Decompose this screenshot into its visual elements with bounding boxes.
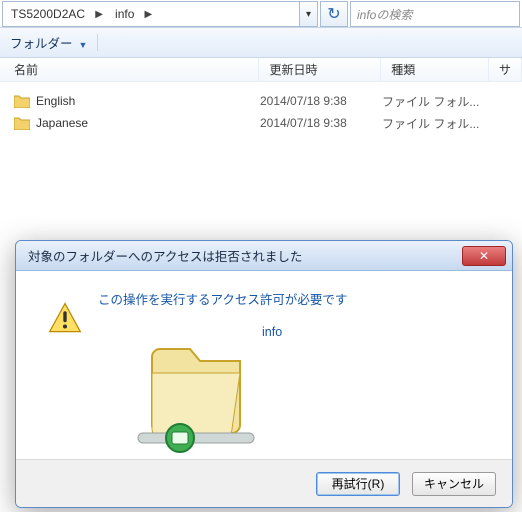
chevron-right-icon[interactable]: ▶ — [91, 2, 107, 26]
folder-date: 2014/07/18 9:38 — [260, 94, 382, 108]
breadcrumb[interactable]: TS5200D2AC ▶ info ▶ ▾ — [2, 1, 318, 27]
dialog-title: 対象のフォルダーへのアクセスは拒否されました — [28, 246, 462, 265]
dialog-subject: info — [262, 325, 282, 339]
folder-name: English — [36, 94, 75, 108]
close-icon: ✕ — [479, 249, 489, 263]
refresh-icon: ↻ — [327, 4, 340, 24]
access-denied-dialog: 対象のフォルダーへのアクセスは拒否されました ✕ この操作を実行するアクセス許可… — [15, 240, 513, 508]
new-folder-button[interactable]: フォルダー▼ — [10, 33, 87, 52]
chevron-down-icon: ▼ — [79, 40, 88, 50]
folder-icon — [14, 116, 30, 130]
folder-name: Japanese — [36, 116, 88, 130]
column-date[interactable]: 更新日時 — [259, 58, 381, 81]
retry-button[interactable]: 再試行(R) — [316, 472, 400, 496]
folder-icon — [14, 94, 30, 108]
folder-row[interactable]: English 2014/07/18 9:38 ファイル フォル... — [0, 90, 522, 112]
breadcrumb-dropdown[interactable]: ▾ — [299, 2, 317, 26]
search-placeholder: infoの検索 — [357, 6, 412, 23]
dialog-message: この操作を実行するアクセス許可が必要です — [98, 289, 347, 308]
dialog-titlebar[interactable]: 対象のフォルダーへのアクセスは拒否されました ✕ — [16, 241, 512, 271]
refresh-button[interactable]: ↻ — [320, 1, 348, 27]
explorer-toolbar: フォルダー▼ — [0, 28, 522, 58]
folder-date: 2014/07/18 9:38 — [260, 116, 382, 130]
folder-row[interactable]: Japanese 2014/07/18 9:38 ファイル フォル... — [0, 112, 522, 134]
search-input[interactable]: infoの検索 — [350, 1, 520, 27]
cancel-button[interactable]: キャンセル — [412, 472, 496, 496]
column-headers: 名前 更新日時 種類 サ — [0, 58, 522, 82]
dialog-buttons: 再試行(R) キャンセル — [16, 459, 512, 507]
column-name[interactable]: 名前 — [0, 58, 259, 81]
toolbar-separator — [97, 34, 98, 51]
folder-type: ファイル フォル... — [382, 93, 490, 110]
warning-icon — [48, 301, 82, 335]
column-size[interactable]: サ — [489, 58, 522, 81]
breadcrumb-segment[interactable]: info — [107, 2, 140, 26]
chevron-right-icon[interactable]: ▶ — [140, 2, 156, 26]
close-button[interactable]: ✕ — [462, 246, 506, 266]
breadcrumb-segment[interactable]: TS5200D2AC — [3, 2, 91, 26]
network-folder-icon — [132, 329, 260, 457]
folder-type: ファイル フォル... — [382, 115, 490, 132]
column-type[interactable]: 種類 — [381, 58, 489, 81]
